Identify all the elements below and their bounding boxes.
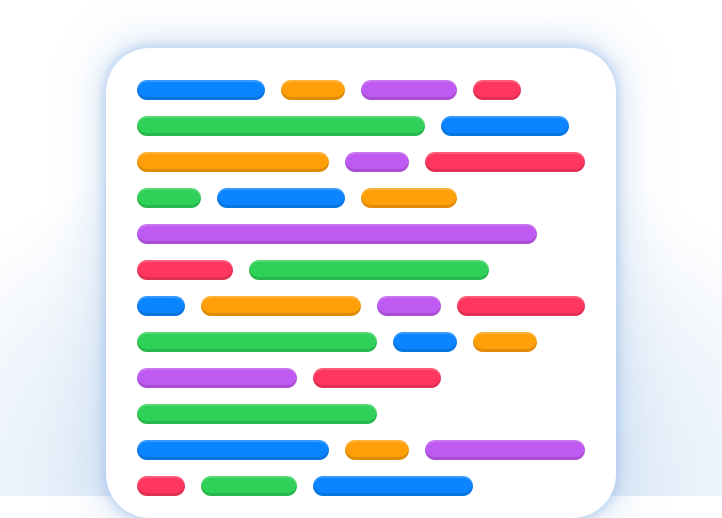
code-token-blue xyxy=(313,476,473,496)
code-line xyxy=(137,116,601,136)
code-token-orange xyxy=(137,152,329,172)
code-token-red xyxy=(425,152,585,172)
code-token-blue xyxy=(137,80,265,100)
code-token-blue xyxy=(441,116,569,136)
code-token-red xyxy=(137,476,185,496)
code-line xyxy=(137,476,601,496)
code-token-blue xyxy=(393,332,457,352)
code-line xyxy=(137,332,601,352)
code-line xyxy=(137,80,601,100)
code-token-purple xyxy=(137,224,537,244)
code-line xyxy=(137,224,601,244)
code-line xyxy=(137,188,601,208)
code-token-orange xyxy=(361,188,457,208)
code-token-orange xyxy=(473,332,537,352)
code-token-purple xyxy=(425,440,585,460)
code-token-blue xyxy=(137,440,329,460)
code-token-purple xyxy=(137,368,297,388)
code-token-blue xyxy=(137,296,185,316)
code-line xyxy=(137,296,601,316)
code-token-purple xyxy=(377,296,441,316)
code-token-orange xyxy=(345,440,409,460)
code-token-red xyxy=(457,296,585,316)
code-token-green xyxy=(201,476,297,496)
code-token-red xyxy=(137,260,233,280)
code-token-blue xyxy=(217,188,345,208)
code-line xyxy=(137,152,601,172)
code-line xyxy=(137,368,601,388)
code-token-green xyxy=(137,116,425,136)
code-token-green xyxy=(137,188,201,208)
code-token-red xyxy=(313,368,441,388)
code-token-orange xyxy=(281,80,345,100)
code-token-green xyxy=(137,332,377,352)
code-lines xyxy=(137,80,601,512)
code-line xyxy=(137,260,601,280)
code-token-red xyxy=(473,80,521,100)
code-line xyxy=(137,440,601,460)
code-token-purple xyxy=(345,152,409,172)
code-line xyxy=(137,404,601,424)
code-token-orange xyxy=(201,296,361,316)
code-token-purple xyxy=(361,80,457,100)
code-token-green xyxy=(137,404,377,424)
code-token-green xyxy=(249,260,489,280)
